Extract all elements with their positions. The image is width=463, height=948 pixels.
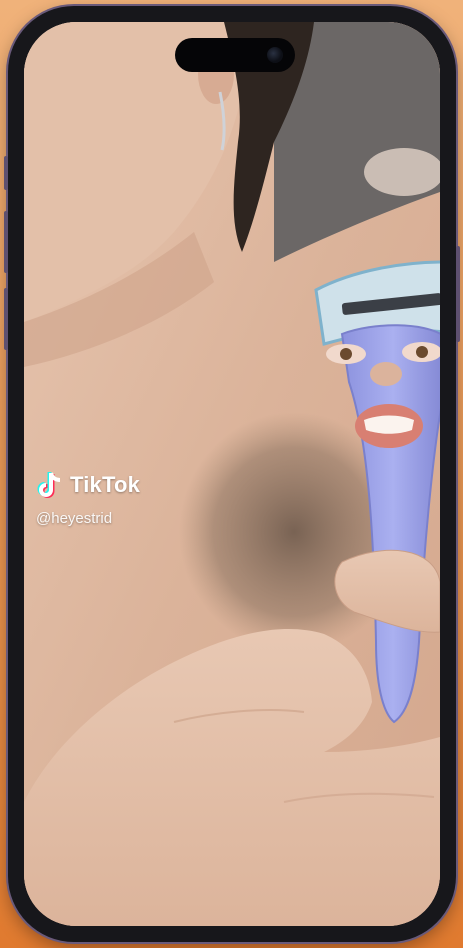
video-screen[interactable]: TikTok @heyestrid [24, 22, 440, 926]
creator-username: @heyestrid [36, 510, 113, 527]
tiktok-brand-text: TikTok [70, 472, 141, 497]
nose [370, 362, 402, 386]
tiktok-note-icon [37, 472, 61, 498]
dynamic-island [175, 38, 295, 72]
action-button [4, 156, 8, 190]
volume-down-button [4, 288, 8, 350]
teeth [364, 415, 414, 434]
front-camera-icon [267, 47, 283, 63]
power-button [456, 246, 460, 342]
volume-up-button [4, 211, 8, 273]
phone-frame: TikTok @heyestrid [4, 6, 460, 942]
tiktok-watermark: TikTok @heyestrid [36, 470, 140, 527]
